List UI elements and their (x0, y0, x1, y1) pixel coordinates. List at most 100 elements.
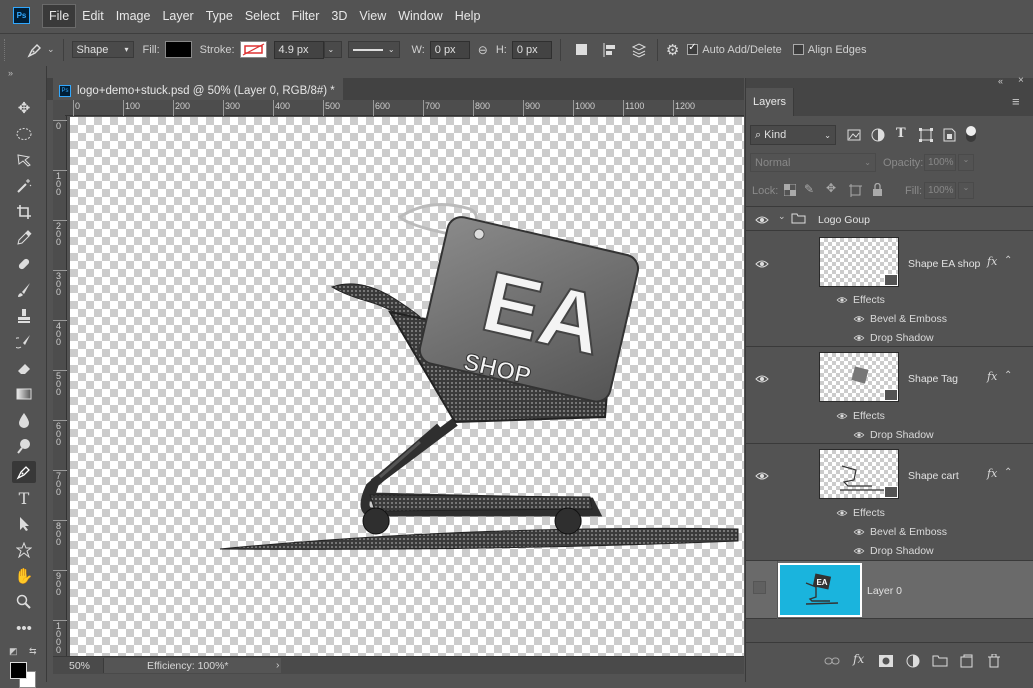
layer-group-row[interactable]: ⌄ Logo Goup (746, 207, 1033, 231)
width-input[interactable]: 0 px (429, 40, 470, 59)
delete-layer-trash-icon[interactable] (988, 654, 1000, 668)
vertical-ruler[interactable]: 0 1 0 0 2 0 0 3 0 0 4 0 0 5 0 0 6 0 0 7 0 0 8 0 … (53, 116, 67, 656)
add-mask-icon[interactable] (879, 655, 893, 667)
collapse-toolbar-icon[interactable]: » (8, 68, 13, 78)
lock-position-icon[interactable]: ✥ (826, 181, 836, 195)
layer-row-shape-cart[interactable]: Shape cart fx ⌃ Effects Bevel & Emboss D… (746, 444, 1033, 561)
options-grip[interactable] (4, 38, 12, 61)
gear-icon[interactable]: ⚙ (666, 41, 679, 59)
stroke-width-input[interactable]: 4.9 px (273, 40, 324, 59)
stroke-swatch[interactable] (239, 41, 267, 58)
blend-mode-select[interactable]: Normal ⌄ (750, 153, 876, 172)
lasso-tool-icon[interactable] (12, 149, 36, 171)
fill-dropdown[interactable]: ⌄ (958, 182, 974, 199)
new-adjustment-layer-icon[interactable] (906, 654, 920, 668)
visibility-toggle-empty[interactable] (753, 581, 766, 594)
custom-shape-tool-icon[interactable] (12, 539, 36, 561)
panel-menu-icon[interactable]: ≡ (1012, 94, 1020, 109)
eyedropper-tool-icon[interactable] (12, 227, 36, 249)
magic-wand-tool-icon[interactable] (12, 175, 36, 197)
ruler-origin[interactable] (53, 100, 65, 116)
eye-icon[interactable] (836, 296, 848, 304)
history-brush-tool-icon[interactable] (12, 331, 36, 353)
document-tab[interactable]: Ps logo+demo+stuck.psd @ 50% (Layer 0, R… (53, 78, 343, 100)
tool-preset-picker[interactable]: ⌄ (26, 41, 55, 59)
zoom-tool-icon[interactable] (12, 591, 36, 613)
opacity-input[interactable]: 100% (924, 154, 956, 171)
opacity-dropdown[interactable]: ⌄ (958, 154, 974, 171)
menu-window[interactable]: Window (392, 5, 448, 27)
eye-icon[interactable] (755, 215, 769, 225)
menu-help[interactable]: Help (449, 5, 487, 27)
layer-row-shape-tag[interactable]: Shape Tag fx ⌃ Effects Drop Shadow (746, 347, 1033, 444)
pen-mode-select[interactable]: Shape ▾ (71, 41, 134, 58)
filter-smart-object-icon[interactable] (943, 128, 956, 142)
brush-tool-icon[interactable] (12, 279, 36, 301)
menu-image[interactable]: Image (110, 5, 157, 27)
eye-icon[interactable] (755, 471, 769, 481)
eye-icon[interactable] (836, 412, 848, 420)
new-layer-icon[interactable] (960, 654, 973, 668)
path-selection-tool-icon[interactable] (12, 513, 36, 535)
menu-view[interactable]: View (353, 5, 392, 27)
swap-colors-icon[interactable]: ⇆ (29, 646, 37, 657)
menu-edit[interactable]: Edit (76, 5, 110, 27)
eye-icon[interactable] (755, 374, 769, 384)
default-colors-icon[interactable]: ◩ (9, 646, 18, 657)
fill-swatch[interactable] (164, 41, 192, 58)
lock-all-icon[interactable] (872, 183, 883, 196)
link-icon[interactable]: ⊖ (478, 43, 488, 57)
add-layer-style-icon[interactable]: fx (853, 652, 864, 666)
clone-stamp-tool-icon[interactable] (12, 305, 36, 327)
more-tools-icon[interactable]: ••• (12, 617, 36, 639)
height-input[interactable]: 0 px (511, 40, 552, 59)
path-operations-icon[interactable] (573, 41, 591, 59)
eye-icon[interactable] (853, 431, 865, 439)
lock-artboard-icon[interactable] (849, 184, 862, 197)
menu-select[interactable]: Select (239, 5, 286, 27)
move-tool-icon[interactable]: ✥ (12, 97, 36, 119)
filter-type-icon[interactable]: T (896, 126, 906, 141)
eye-icon[interactable] (853, 315, 865, 323)
eye-icon[interactable] (853, 528, 865, 536)
collapse-panel-icon[interactable]: « (998, 76, 1003, 86)
layer-filter-kind-select[interactable]: ⌕ Kind ⌄ (750, 125, 836, 145)
filter-pixel-icon[interactable] (847, 129, 861, 141)
auto-add-delete-checkbox[interactable] (687, 42, 699, 55)
zoom-level[interactable]: 50% (69, 660, 90, 672)
close-panel-icon[interactable]: × (1018, 75, 1024, 86)
layer-row-shape-ea-shop[interactable]: Shape EA shop fx ⌃ Effects Bevel & Embos… (746, 231, 1033, 347)
hand-tool-icon[interactable]: ✋ (12, 565, 36, 587)
fx-icon[interactable]: fx (987, 370, 997, 383)
menu-file[interactable]: File (42, 3, 77, 28)
horizontal-ruler[interactable]: 0 100 200 300 400 500 600 700 800 900 1000 1100 1200 (65, 100, 744, 116)
new-group-folder-icon[interactable] (932, 655, 948, 667)
eye-icon[interactable] (755, 259, 769, 269)
fill-input[interactable]: 100% (924, 182, 956, 199)
foreground-color-swatch[interactable] (10, 662, 27, 679)
menu-filter[interactable]: Filter (286, 5, 326, 27)
link-layers-icon[interactable] (824, 656, 840, 666)
layer-row-layer-0[interactable]: EA Layer 0 (746, 561, 1033, 619)
healing-brush-tool-icon[interactable] (12, 253, 36, 275)
stroke-type-select[interactable]: ⌄ (347, 41, 400, 58)
group-expand-chevron-icon[interactable]: ⌄ (778, 211, 786, 222)
eye-icon[interactable] (853, 547, 865, 555)
stroke-width-dropdown[interactable]: ⌄ (323, 41, 342, 58)
fx-icon[interactable]: fx (987, 255, 997, 268)
filter-toggle[interactable] (966, 126, 976, 142)
lock-transparent-pixels-icon[interactable] (784, 184, 796, 196)
blur-tool-icon[interactable] (12, 409, 36, 431)
filter-adjustment-icon[interactable] (871, 128, 885, 142)
align-edges-checkbox[interactable] (792, 44, 804, 55)
path-arrangement-icon[interactable] (629, 41, 649, 59)
menu-type[interactable]: Type (200, 5, 239, 27)
collapse-effects-icon[interactable]: ⌃ (1004, 467, 1012, 478)
pen-tool-icon[interactable] (12, 461, 36, 483)
gradient-tool-icon[interactable] (12, 383, 36, 405)
marquee-tool-icon[interactable] (12, 123, 36, 145)
menu-layer[interactable]: Layer (156, 5, 199, 27)
path-alignment-icon[interactable] (601, 41, 619, 59)
status-info[interactable]: Efficiency: 100%* (103, 658, 281, 673)
document-canvas[interactable]: EA SHOP (70, 117, 744, 656)
